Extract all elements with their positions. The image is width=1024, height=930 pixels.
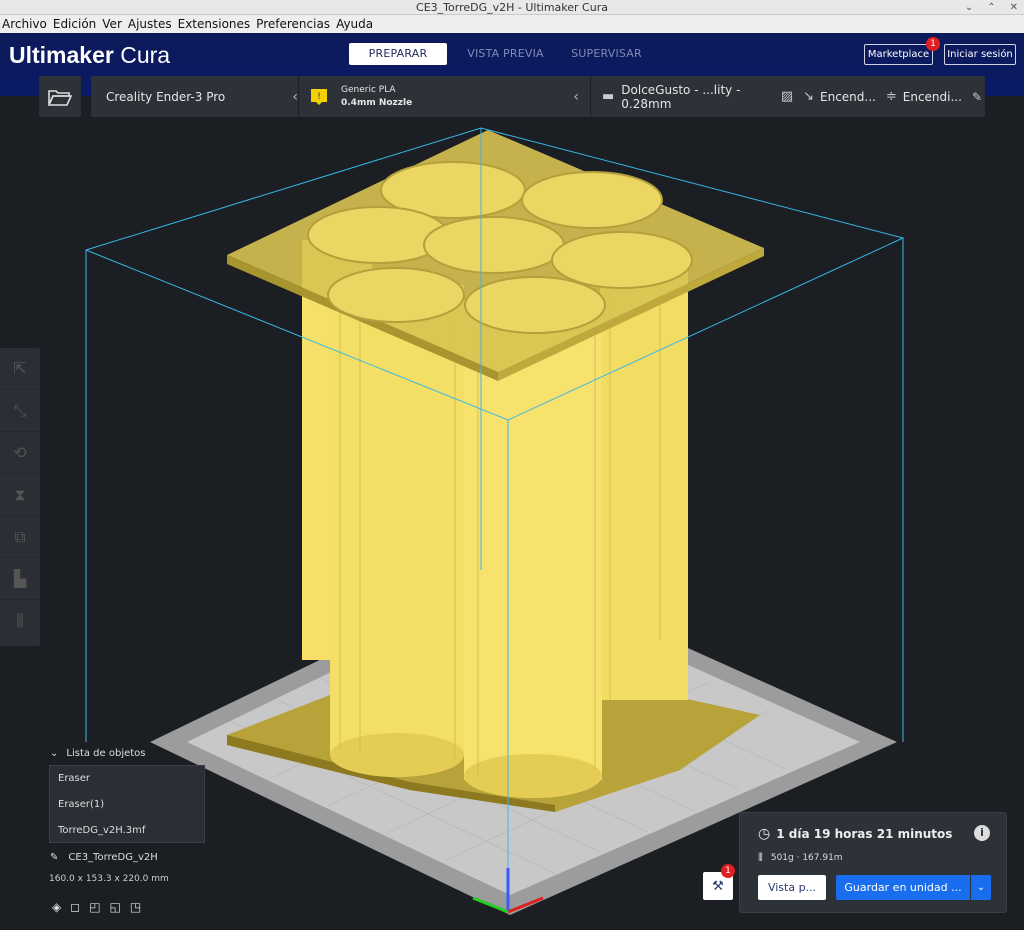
material-usage-row: ⦀ 501g · 167.91m — [758, 851, 843, 865]
material-usage: 501g · 167.91m — [770, 853, 843, 863]
object-list-toggle[interactable]: ⌄ Lista de objetos — [50, 748, 146, 759]
setup-toolbar: Creality Ender-3 Pro ‹ ! Generic PLA 0.4… — [91, 76, 985, 117]
support-status: Encend... — [820, 89, 876, 104]
list-item[interactable]: Eraser — [50, 766, 204, 792]
chevron-down-icon: ⌄ — [976, 882, 986, 893]
mirror-icon: ⧗ — [14, 484, 26, 504]
clock-icon: ◷ — [758, 826, 771, 842]
maximize-icon[interactable]: ⌃ — [987, 0, 995, 15]
signin-button[interactable]: Iniciar sesión — [944, 44, 1016, 65]
tab-vista-previa[interactable]: VISTA PREVIA — [455, 43, 556, 65]
support-blocker-button[interactable]: ▙ — [0, 558, 40, 600]
tab-supervisar[interactable]: SUPERVISAR — [556, 43, 657, 65]
print-time-row: ◷ 1 día 19 horas 21 minutos — [758, 826, 952, 842]
scale-icon: ⤡ — [13, 400, 27, 420]
support-level-icon: ↘ — [803, 89, 815, 104]
print-setup-badge: 1 — [721, 864, 735, 878]
print-time: 1 día 19 horas 21 minutos — [776, 827, 953, 841]
adhesion-status: Encendi... — [902, 89, 962, 104]
marketplace-badge: 1 — [926, 37, 940, 51]
menu-ver[interactable]: Ver — [102, 17, 122, 31]
window-titlebar: CE3_TorreDG_v2H - Ultimaker Cura ⌄ ⌃ ✕ — [0, 0, 1024, 15]
list-item[interactable]: TorreDG_v2H.3mf — [50, 818, 204, 844]
tab-anti-warping-icon: ⫼ — [16, 611, 24, 630]
chevron-left-icon: ‹ — [573, 88, 579, 105]
per-model-settings-button[interactable]: ⧉ — [0, 516, 40, 558]
stage-tabs: PREPARAR VISTA PREVIA SUPERVISAR — [349, 43, 657, 65]
camera-view-buttons: ◈ ◻ ◰ ◱ ◳ — [52, 900, 141, 914]
folder-icon — [48, 89, 72, 106]
menu-extensiones[interactable]: Extensiones — [178, 17, 251, 31]
menu-ayuda[interactable]: Ayuda — [336, 17, 373, 31]
view-top-icon[interactable]: ◰ — [89, 900, 100, 914]
print-settings-selector[interactable]: ▬ DolceGusto - ...lity - 0.28mm ▨ ↘ Ence… — [602, 76, 982, 117]
rotate-icon: ⟲ — [13, 443, 27, 462]
menu-edicion[interactable]: Edición — [53, 17, 96, 31]
close-icon[interactable]: ✕ — [1010, 0, 1018, 15]
app-logo: Ultimaker Cura — [9, 42, 170, 69]
profile-name: DolceGusto - ...lity - 0.28mm — [621, 82, 741, 111]
material-selector[interactable]: ! Generic PLA 0.4mm Nozzle ‹ — [309, 76, 579, 117]
tool-panel: ⇱ ⤡ ⟲ ⧗ ⧉ ▙ ⫼ — [0, 348, 40, 646]
view-front-icon[interactable]: ◻ — [70, 900, 80, 914]
object-list: Eraser Eraser(1) TorreDG_v2H.3mf — [49, 765, 205, 843]
support-blocker-icon: ▙ — [13, 569, 27, 588]
spool-icon: ⦀ — [758, 851, 763, 864]
printer-selector[interactable]: Creality Ender-3 Pro ‹ — [106, 76, 298, 117]
preview-button[interactable]: Vista p... — [758, 875, 826, 900]
list-item[interactable]: Eraser(1) — [50, 792, 204, 818]
printer-name: Creality Ender-3 Pro — [106, 89, 226, 104]
menu-bar: Archivo Edición Ver Ajustes Extensiones … — [0, 15, 1024, 33]
print-output-panel: ◷ 1 día 19 horas 21 minutos i ⦀ 501g · 1… — [739, 812, 1007, 913]
pencil-icon: ✎ — [50, 852, 59, 863]
nozzle-size: 0.4mm Nozzle — [341, 97, 413, 108]
scale-tool-button[interactable]: ⤡ — [0, 390, 40, 432]
per-model-settings-icon: ⧉ — [14, 526, 26, 546]
open-file-button[interactable] — [39, 76, 81, 117]
move-icon: ⇱ — [13, 359, 27, 378]
save-to-drive-button[interactable]: Guardar en unidad ... — [836, 875, 970, 900]
menu-ajustes[interactable]: Ajustes — [128, 17, 172, 31]
marketplace-button[interactable]: Marketplace — [864, 44, 933, 65]
tab-preparar[interactable]: PREPARAR — [349, 43, 447, 65]
warning-spool-icon: ! — [311, 88, 327, 105]
move-tool-button[interactable]: ⇱ — [0, 348, 40, 390]
material-name: Generic PLA — [341, 84, 396, 95]
view-right-icon[interactable]: ◳ — [130, 900, 141, 914]
chevron-down-icon: ⌄ — [50, 748, 59, 759]
window-title: CE3_TorreDG_v2H - Ultimaker Cura — [416, 1, 608, 14]
profile-icon: ▬ — [602, 89, 615, 104]
project-name-row[interactable]: ✎ CE3_TorreDG_v2H — [50, 852, 158, 863]
model-dimensions: 160.0 x 153.3 x 220.0 mm — [49, 874, 169, 884]
project-name: CE3_TorreDG_v2H — [68, 852, 158, 863]
support-icon: ▨ — [780, 89, 794, 104]
adhesion-icon: ≑ — [885, 89, 897, 104]
menu-archivo[interactable]: Archivo — [2, 17, 47, 31]
svg-text:!: ! — [317, 92, 321, 102]
logo-bold: Ultimaker — [9, 42, 114, 68]
info-icon[interactable]: i — [974, 825, 990, 841]
minimize-icon[interactable]: ⌄ — [965, 0, 973, 15]
tools-icon: ⚒ — [712, 878, 724, 894]
mirror-tool-button[interactable]: ⧗ — [0, 474, 40, 516]
menu-preferencias[interactable]: Preferencias — [256, 17, 330, 31]
view-3d-icon[interactable]: ◈ — [52, 900, 61, 914]
rotate-tool-button[interactable]: ⟲ — [0, 432, 40, 474]
view-left-icon[interactable]: ◱ — [110, 900, 121, 914]
save-dropdown-button[interactable]: ⌄ — [971, 875, 991, 900]
logo-light: Cura — [120, 42, 171, 68]
pencil-icon: ✎ — [971, 89, 982, 104]
object-list-title: Lista de objetos — [66, 748, 146, 759]
tab-anti-warping-button[interactable]: ⫼ — [0, 600, 40, 642]
